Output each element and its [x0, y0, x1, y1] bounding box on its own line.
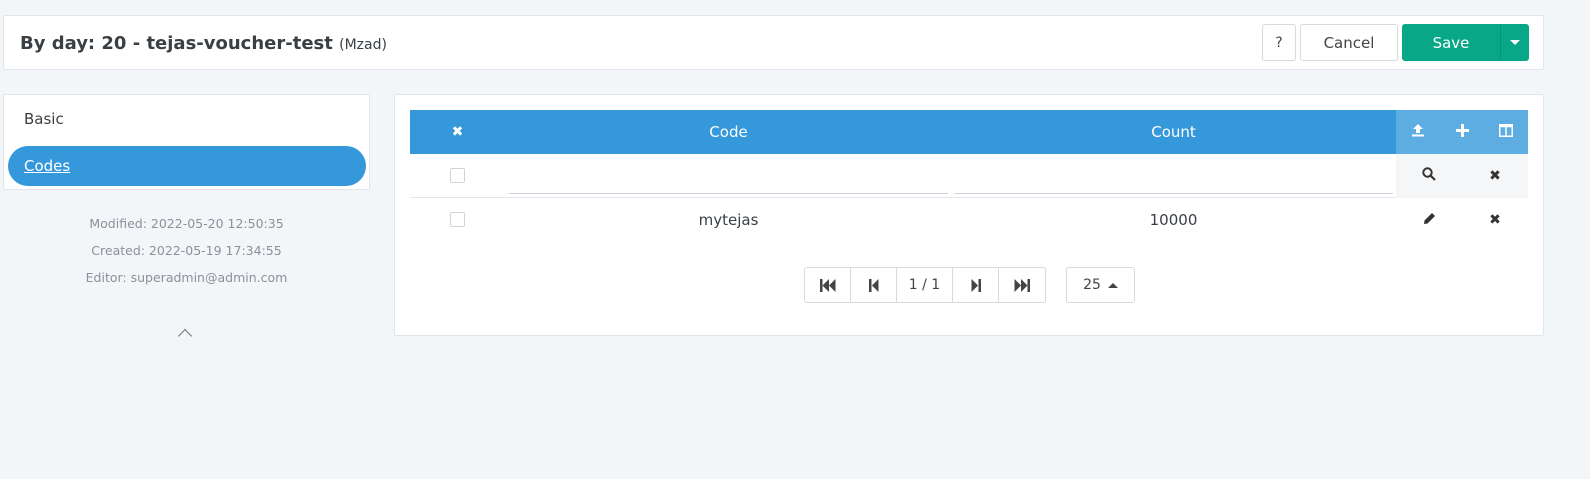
save-options-button[interactable] [1500, 24, 1529, 61]
clear-filter-icon[interactable]: ✖ [1480, 168, 1510, 184]
sidebar-item-label: Codes [24, 157, 71, 175]
last-page-icon[interactable] [999, 268, 1045, 302]
sidebar-item-codes[interactable]: Codes [8, 146, 366, 186]
code-filter-input[interactable] [509, 156, 948, 194]
codes-grid-panel: ✖ Code Count ✖ mytejas 10000 ✖ 1 / 1 25 [394, 94, 1544, 336]
sidebar-item-label: Basic [24, 110, 64, 128]
sidebar-item-basic[interactable]: Basic [8, 99, 366, 139]
editor-info: Editor: superadmin@admin.com [85, 270, 288, 285]
page-size-value: 25 [1083, 277, 1101, 293]
page-indicator: 1 / 1 [897, 268, 953, 302]
help-button[interactable]: ? [1262, 24, 1296, 61]
created-info: Created: 2022-05-19 17:34:55 [91, 243, 282, 258]
first-page-icon[interactable] [805, 268, 851, 302]
column-header-code[interactable]: Code [510, 110, 947, 154]
search-icon[interactable] [1414, 167, 1444, 185]
filter-toolbar: ✖ [1396, 154, 1528, 198]
grid-toolbar [1396, 110, 1528, 154]
edit-icon[interactable] [1414, 212, 1444, 229]
page-title: By day: 20 - tejas-voucher-test (Mzad) [20, 33, 387, 54]
cell-code: mytejas [698, 211, 759, 229]
grid-header: ✖ Code Count [410, 110, 1528, 154]
cell-count: 10000 [1149, 211, 1198, 229]
chevron-up-icon[interactable] [177, 328, 193, 344]
filter-row: ✖ [410, 154, 1528, 198]
caret-up-icon [1107, 282, 1118, 288]
delete-icon[interactable]: ✖ [1480, 212, 1510, 228]
page-subtitle: (Mzad) [339, 37, 387, 53]
save-button[interactable]: Save [1402, 24, 1500, 61]
page-header: By day: 20 - tejas-voucher-test (Mzad) ?… [3, 15, 1544, 70]
upload-icon[interactable] [1403, 123, 1433, 141]
select-all-checkbox[interactable] [450, 168, 465, 183]
clear-selection-icon[interactable]: ✖ [410, 110, 505, 154]
cancel-button[interactable]: Cancel [1300, 24, 1398, 61]
pagination: 1 / 1 [804, 267, 1046, 303]
next-page-icon[interactable] [953, 268, 999, 302]
columns-icon[interactable] [1491, 123, 1521, 141]
previous-page-icon[interactable] [851, 268, 897, 302]
table-row[interactable]: mytejas 10000 ✖ [410, 198, 1528, 242]
column-header-count[interactable]: Count [955, 110, 1392, 154]
page-title-text: By day: 20 - tejas-voucher-test [20, 33, 333, 54]
sidebar-nav: Basic Codes [3, 94, 370, 190]
page-size-select[interactable]: 25 [1066, 267, 1135, 303]
row-actions: ✖ [1396, 198, 1528, 242]
modified-info: Modified: 2022-05-20 12:50:35 [89, 216, 284, 231]
count-filter-input[interactable] [954, 156, 1393, 194]
add-icon[interactable] [1447, 123, 1477, 141]
caret-down-icon [1509, 40, 1520, 45]
row-checkbox[interactable] [450, 212, 465, 227]
